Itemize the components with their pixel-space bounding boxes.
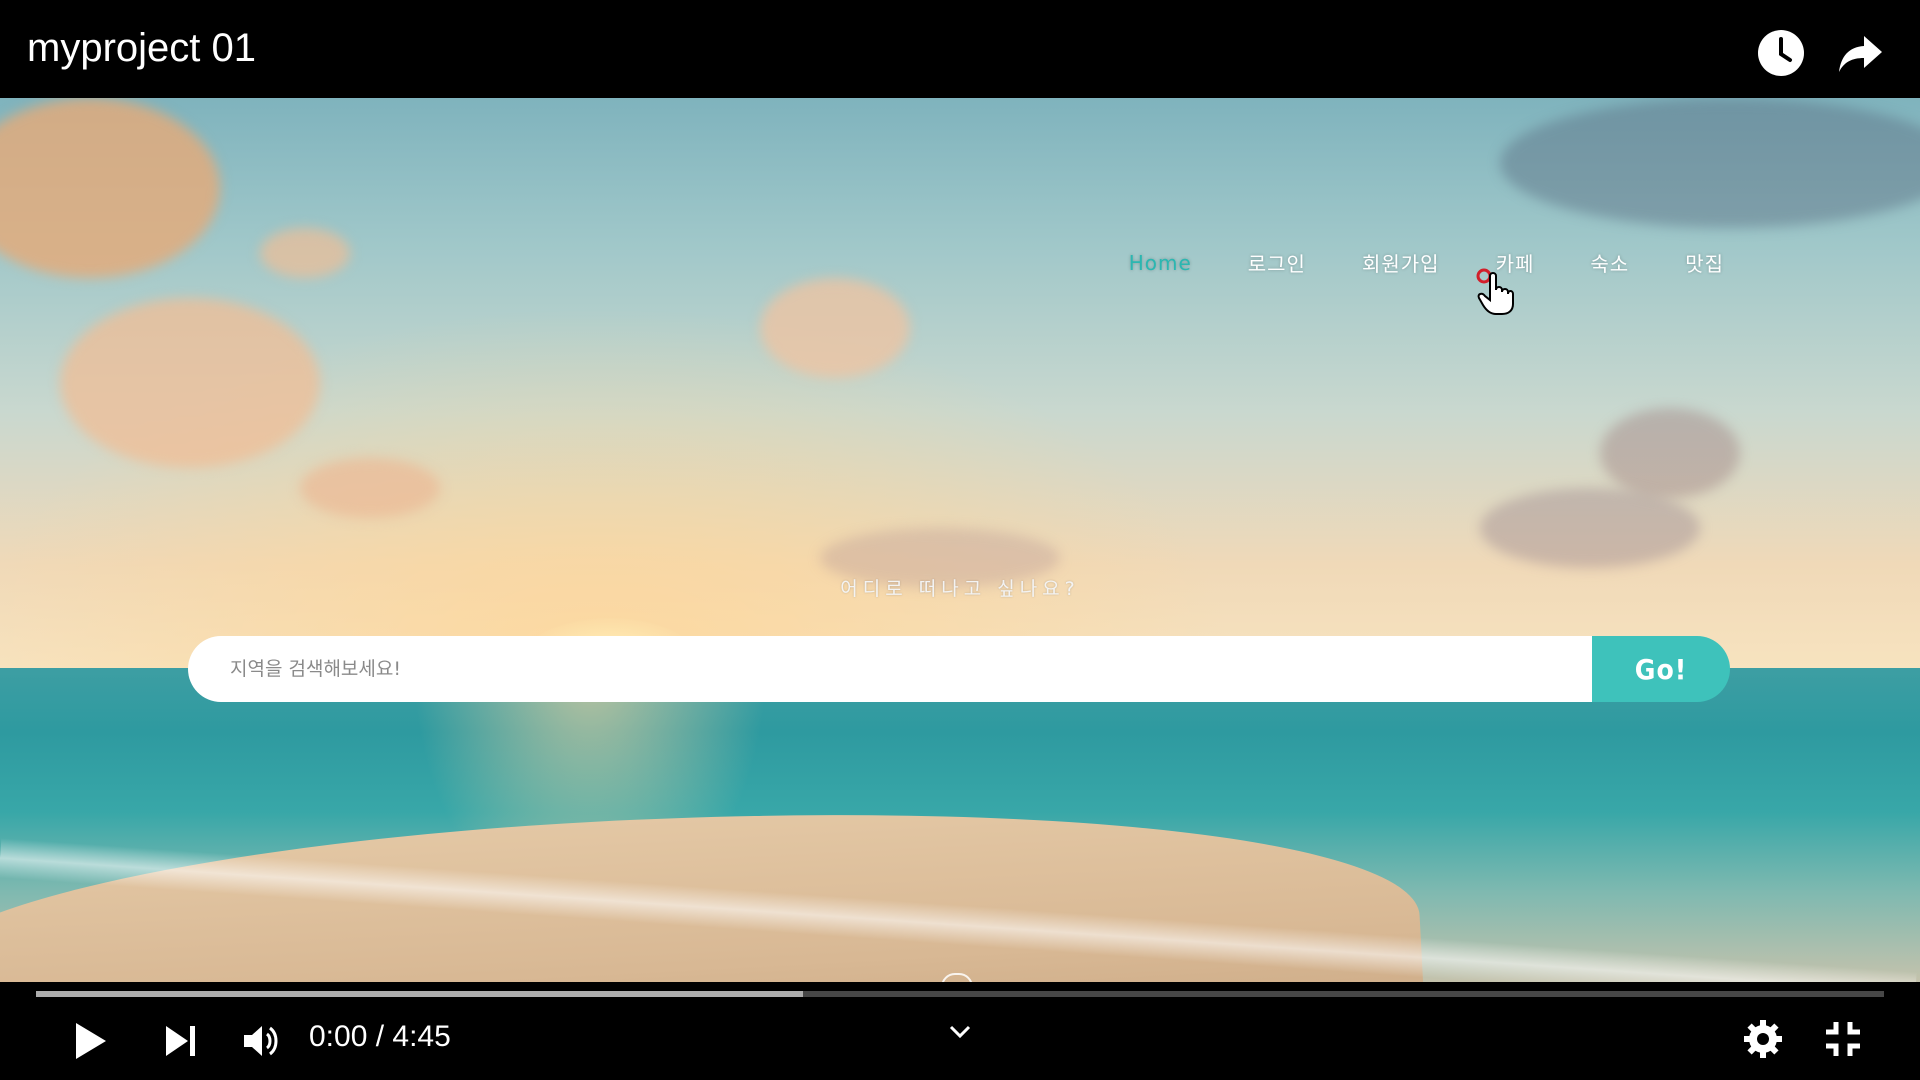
cloud xyxy=(1480,488,1700,568)
next-icon[interactable] xyxy=(164,1022,198,1060)
video-frame[interactable]: Home 로그인 회원가입 카페 숙소 맛집 어디로 떠나고 싶나요? Go! xyxy=(0,98,1920,982)
player-controls: 0:00 / 4:45 xyxy=(0,1000,1920,1080)
nav-login[interactable]: 로그인 xyxy=(1248,248,1306,277)
nav-home[interactable]: Home xyxy=(1129,251,1192,275)
time-display: 0:00 / 4:45 xyxy=(309,1020,451,1053)
volume-icon[interactable] xyxy=(242,1022,282,1060)
cloud xyxy=(260,228,350,278)
gear-icon[interactable] xyxy=(1744,1020,1782,1058)
play-icon[interactable] xyxy=(70,1020,110,1062)
hand-cursor-icon xyxy=(1476,268,1514,315)
exit-fullscreen-icon[interactable] xyxy=(1824,1020,1862,1058)
search-input[interactable] xyxy=(188,636,1592,702)
clock-icon[interactable] xyxy=(1756,28,1806,78)
go-button[interactable]: Go! xyxy=(1592,636,1730,702)
search-bar: Go! xyxy=(188,636,1730,702)
cloud xyxy=(60,298,320,468)
cloud xyxy=(760,278,910,378)
video-player: myproject 01 Home 로그인 회원가입 카페 숙소 맛집 어디로 … xyxy=(0,0,1920,1080)
progress-bar[interactable] xyxy=(36,991,1884,997)
video-title[interactable]: myproject 01 xyxy=(27,26,256,71)
nav-lodging[interactable]: 숙소 xyxy=(1590,248,1629,277)
hero-headline: 어디로 떠나고 싶나요? xyxy=(840,578,1080,600)
site-nav: Home 로그인 회원가입 카페 숙소 맛집 xyxy=(1129,248,1724,277)
cloud xyxy=(1600,408,1740,498)
nav-restaurants[interactable]: 맛집 xyxy=(1685,248,1724,277)
chevron-down-icon[interactable] xyxy=(948,1024,972,1040)
nav-signup[interactable]: 회원가입 xyxy=(1362,248,1440,277)
share-icon[interactable] xyxy=(1836,28,1886,78)
cloud xyxy=(300,458,440,518)
player-top-bar: myproject 01 xyxy=(0,0,1920,98)
progress-buffered xyxy=(36,991,803,997)
